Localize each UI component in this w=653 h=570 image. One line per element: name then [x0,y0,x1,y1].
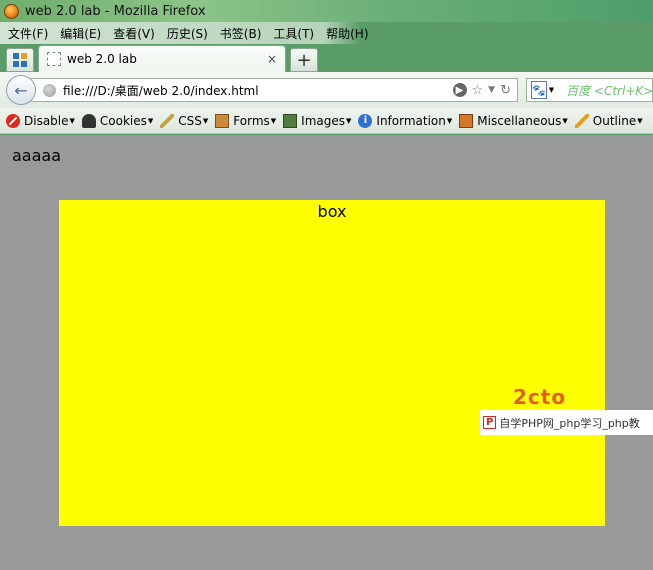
page-icon [47,52,61,66]
menu-edit[interactable]: 编辑(E) [54,25,107,42]
web-developer-toolbar: Disable ▼ Cookies ▼ CSS ▼ Forms ▼ Images… [0,108,653,134]
watermark-logo-icon: P [483,416,497,429]
menu-bookmarks[interactable]: 书签(B) [214,25,268,42]
dropdown-arrow-icon: ▼ [637,116,643,125]
url-text[interactable]: file:///D:/桌面/web 2.0/index.html [63,82,453,99]
firefox-logo-icon[interactable] [4,3,19,19]
devbar-images-label: Images [301,113,346,128]
search-input[interactable]: 百度 <Ctrl+K> [566,82,652,99]
devbar-miscellaneous[interactable]: Miscellaneous ▼ [459,113,568,128]
devbar-disable[interactable]: Disable ▼ [6,113,75,128]
images-icon [283,113,298,128]
dropdown-arrow-icon: ▼ [147,116,154,125]
tab-title: web 2.0 lab [67,52,137,66]
css-icon [160,113,175,128]
dropdown-arrow-icon: ▼ [446,116,453,125]
reload-icon[interactable]: ↻ [500,83,511,98]
devbar-forms-label: Forms [233,113,270,128]
dropdown-arrow-icon: ▼ [270,116,277,125]
history-dropdown-icon[interactable]: ▼ [488,85,495,95]
dropdown-arrow-icon: ▼ [202,116,209,125]
menu-help[interactable]: 帮助(H) [320,25,374,42]
devbar-cookies[interactable]: Cookies ▼ [81,113,154,128]
tab-strip: web 2.0 lab × + [0,44,653,72]
watermark-text: 自学PHP网_php学习_php教 [499,416,640,430]
forms-icon [215,113,230,128]
devbar-miscellaneous-label: Miscellaneous [477,113,562,128]
menu-file[interactable]: 文件(F) [2,25,54,42]
tab-close-icon[interactable]: × [267,52,277,66]
tab-groups-icon [13,53,27,67]
devbar-css[interactable]: CSS ▼ [160,113,209,128]
back-arrow-icon: ← [14,80,28,100]
outline-icon [574,113,589,128]
devbar-forms[interactable]: Forms ▼ [215,113,277,128]
devbar-outline-label: Outline [592,113,637,128]
cookies-icon [81,113,96,128]
watermark-brand: 2cto [513,385,567,409]
devbar-information[interactable]: i Information ▼ [358,113,453,128]
url-bar-icons: ▶ ☆ ▼ ↻ [452,83,517,98]
page-content: aaaaa box [0,135,653,570]
devbar-css-label: CSS [178,113,202,128]
title-bar: web 2.0 lab - Mozilla Firefox [0,0,653,22]
tab-groups-button[interactable] [6,48,34,72]
watermark: P 自学PHP网_php学习_php教 [480,410,653,435]
devbar-disable-label: Disable [24,113,69,128]
yellow-box: box [59,200,605,526]
menu-bar: 文件(F) 编辑(E) 查看(V) 历史(S) 书签(B) 工具(T) 帮助(H… [0,22,369,44]
window-title: web 2.0 lab - Mozilla Firefox [25,3,206,19]
information-icon: i [358,113,373,128]
disable-icon [6,113,20,128]
devbar-cookies-label: Cookies [99,113,147,128]
dropdown-arrow-icon: ▼ [562,116,568,125]
miscellaneous-icon [459,113,474,128]
devbar-images[interactable]: Images ▼ [283,113,352,128]
site-identity-icon[interactable] [43,83,56,97]
search-bar[interactable]: 🐾 ▼ 百度 <Ctrl+K> [526,78,653,102]
bookmark-star-icon[interactable]: ☆ [472,83,484,98]
baidu-icon[interactable]: 🐾 [531,81,547,99]
dropdown-arrow-icon: ▼ [69,116,75,125]
go-icon[interactable]: ▶ [452,83,467,97]
url-bar[interactable]: file:///D:/桌面/web 2.0/index.html ▶ ☆ ▼ ↻ [30,78,518,102]
back-button[interactable]: ← [6,75,36,105]
box-label: box [317,202,347,221]
navigation-bar: ← file:///D:/桌面/web 2.0/index.html ▶ ☆ ▼… [0,72,653,108]
devbar-information-label: Information [376,113,446,128]
menu-tools[interactable]: 工具(T) [267,25,320,42]
devbar-outline[interactable]: Outline ▼ [574,113,643,128]
dropdown-arrow-icon: ▼ [346,116,352,125]
menu-history[interactable]: 历史(S) [161,25,214,42]
search-engine-dropdown-icon[interactable]: ▼ [549,86,554,94]
menu-view[interactable]: 查看(V) [107,25,161,42]
new-tab-button[interactable]: + [290,48,318,72]
page-text: aaaaa [12,146,62,165]
tab-active[interactable]: web 2.0 lab × [38,45,286,72]
